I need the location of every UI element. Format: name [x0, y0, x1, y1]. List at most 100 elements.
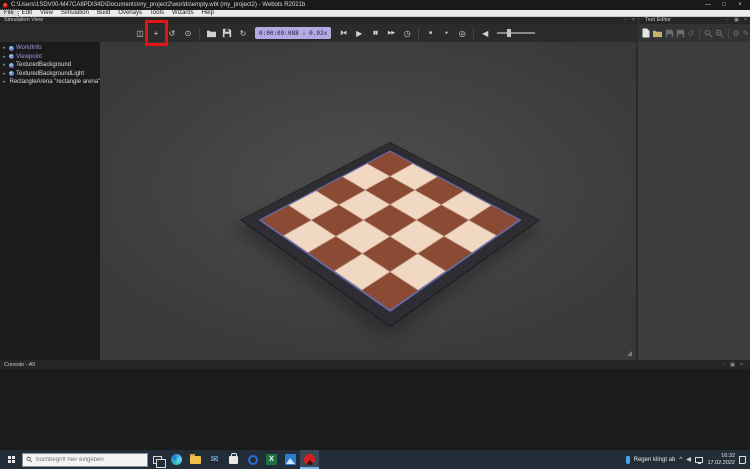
viewport-resize-handle[interactable]	[627, 351, 632, 356]
console-dock-icon[interactable]: ▣	[728, 362, 737, 368]
text-editor-body[interactable]	[638, 42, 750, 360]
save-as-icon[interactable]	[676, 26, 685, 40]
stop-button[interactable]: ■	[423, 26, 437, 40]
webots-app-icon	[3, 3, 8, 8]
save-world-icon[interactable]	[220, 26, 234, 40]
title-bar: C:\Users\1SDV00-M47CA8PDI34D\Documents\m…	[0, 0, 750, 10]
preferences-gear-icon[interactable]: ⚙	[732, 26, 740, 40]
open-world-icon[interactable]	[204, 26, 218, 40]
expand-arrow-icon[interactable]: ▸	[3, 62, 7, 68]
expand-arrow-icon[interactable]: ▸	[3, 79, 6, 85]
mail-icon: ✉	[211, 454, 219, 465]
webots-app-button[interactable]	[300, 450, 319, 469]
step-button[interactable]: ◷	[400, 26, 414, 40]
maximize-button[interactable]: □	[717, 0, 731, 10]
time-display[interactable]: 0:00:09:088 ▾ 0.92x	[255, 27, 331, 39]
system-tray: Regen klingt ab ^ ◀ ) 16:32 17.02.2022	[626, 453, 750, 466]
store-app-button[interactable]	[224, 450, 243, 469]
time-dropdown-icon[interactable]: ▾	[303, 31, 305, 36]
webots-taskbar-icon	[304, 454, 315, 465]
search-input[interactable]	[35, 457, 144, 463]
menu-simulation[interactable]: Simulation	[57, 10, 93, 17]
tree-item-viewpoint[interactable]: ▸ Viewpoint	[0, 53, 100, 62]
node-sphere-icon	[9, 71, 14, 76]
menu-file[interactable]: File	[0, 10, 18, 17]
simview-float-icon[interactable]: ▫	[620, 17, 629, 24]
record-button[interactable]: ●	[439, 26, 453, 40]
simulation-toolbar: ◫ + ↺ ⊙ ↻ 0:00:09:088 ▾ 0.92x ▮◀ ▶ ▮▮ ▶▶…	[0, 24, 638, 42]
tray-clock[interactable]: 16:32 17.02.2022	[707, 453, 735, 466]
expand-arrow-icon[interactable]: ▸	[3, 54, 7, 60]
network-display-icon[interactable]	[695, 457, 703, 463]
menu-edit[interactable]: Edit	[18, 10, 36, 17]
window-title: C:\Users\1SDV00-M47CA8PDI34D\Documents\m…	[11, 0, 701, 10]
tray-volume-icon[interactable]: ◀ )	[686, 456, 691, 463]
menu-build[interactable]: Build	[93, 10, 114, 17]
mail-app-button[interactable]: ✉	[205, 450, 224, 469]
start-button[interactable]	[0, 450, 22, 469]
replace-icon[interactable]	[715, 26, 724, 40]
tree-item-worldinfo[interactable]: ▸ WorldInfo	[0, 44, 100, 53]
play-button[interactable]: ▶	[352, 26, 366, 40]
simview-close-icon[interactable]: ×	[629, 17, 638, 24]
open-file-icon[interactable]	[652, 26, 663, 40]
clock-date: 17.02.2022	[707, 460, 735, 467]
edge-app-button[interactable]	[167, 450, 186, 469]
task-view-icon	[153, 456, 162, 464]
minimize-button[interactable]: —	[701, 0, 715, 10]
new-file-icon[interactable]	[642, 26, 650, 40]
virtual-time-value: 0:00:09:088	[259, 30, 299, 37]
menu-help[interactable]: Help	[198, 10, 218, 17]
weather-text[interactable]: Regen klingt ab	[634, 457, 676, 463]
tree-item-texturedbackgroundlight[interactable]: ▸ TexturedBackgroundLight	[0, 70, 100, 79]
tree-item-rectanglearena[interactable]: ▸ RectangleArena "rectangle arena"	[0, 78, 100, 87]
tree-item-texturedbackground[interactable]: ▸ TexturedBackground	[0, 61, 100, 70]
edit-pencil-icon[interactable]: ✎	[742, 26, 750, 40]
hidden-icons-chevron[interactable]: ^	[679, 457, 682, 463]
expand-arrow-icon[interactable]: ▸	[3, 71, 7, 77]
photos-icon	[285, 454, 296, 465]
texteditor-close-icon[interactable]: ×	[741, 17, 750, 24]
reload-world-icon[interactable]: ↻	[236, 26, 250, 40]
file-explorer-icon	[190, 456, 201, 464]
node-sphere-icon	[9, 46, 14, 51]
photos-app-button[interactable]	[281, 450, 300, 469]
pause-button[interactable]: ▮▮	[368, 26, 382, 40]
volume-slider-thumb[interactable]	[507, 29, 511, 37]
settings-app-button[interactable]	[243, 450, 262, 469]
expand-arrow-icon[interactable]: ▸	[3, 45, 7, 51]
find-icon[interactable]	[704, 26, 713, 40]
search-icon	[26, 456, 32, 463]
action-center-icon[interactable]	[739, 456, 746, 464]
rendering-eye-icon[interactable]: ⊙	[181, 26, 195, 40]
task-view-button[interactable]	[148, 450, 167, 469]
screenshot-button[interactable]: ◎	[455, 26, 469, 40]
menu-tools[interactable]: Tools	[146, 10, 168, 17]
texteditor-dock-icon[interactable]: ▣	[732, 17, 741, 24]
fast-forward-button[interactable]: ▶▶	[384, 26, 398, 40]
store-icon	[229, 456, 238, 464]
menu-overlays[interactable]: Overlays	[114, 10, 146, 17]
excel-app-button[interactable]: X	[262, 450, 281, 469]
taskbar-search[interactable]	[22, 453, 148, 467]
save-file-icon[interactable]	[665, 26, 674, 40]
texteditor-float-icon[interactable]: ▫	[723, 17, 732, 24]
revert-file-icon[interactable]: ↺	[687, 26, 695, 40]
3d-viewport[interactable]	[100, 42, 638, 360]
volume-button[interactable]: ◀	[478, 26, 492, 40]
windows-logo-icon	[8, 456, 15, 463]
console-output[interactable]	[0, 369, 750, 450]
close-button[interactable]: ×	[733, 0, 747, 10]
simulation-view-title: Simulation View	[4, 17, 43, 24]
windows-taskbar: ✉ X Regen klingt ab ^ ◀ ) 16:32 17.02.20…	[0, 450, 750, 469]
console-float-icon[interactable]: ▫	[719, 362, 728, 368]
console-close-icon[interactable]: ×	[737, 362, 746, 368]
menu-wizards[interactable]: Wizards	[168, 10, 198, 17]
rectangle-arena-3d[interactable]	[242, 143, 539, 326]
rewind-button[interactable]: ▮◀	[336, 26, 350, 40]
weather-icon[interactable]	[626, 456, 630, 464]
red-highlight-box	[145, 20, 168, 46]
menu-view[interactable]: View	[36, 10, 57, 17]
file-explorer-button[interactable]	[186, 450, 205, 469]
volume-slider[interactable]	[497, 32, 535, 34]
